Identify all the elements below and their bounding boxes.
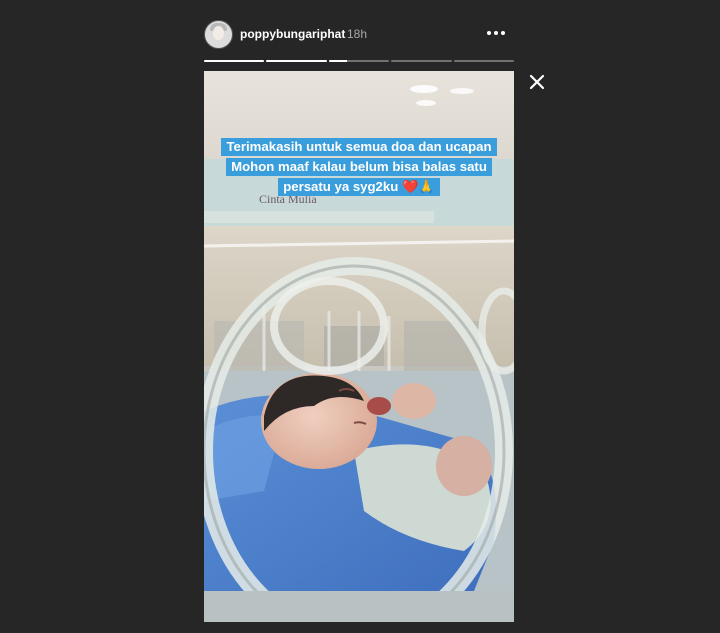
- progress-segment: [453, 60, 515, 62]
- caption-line: Mohon maaf kalau belum bisa balas satu: [226, 158, 492, 176]
- caption-line: persatu ya syg2ku ❤️🙏: [278, 178, 440, 196]
- more-options-icon[interactable]: [484, 23, 508, 43]
- progress-segment: [204, 60, 265, 62]
- progress-segment: [266, 60, 327, 62]
- story-header: poppybungariphat 18h: [204, 18, 514, 50]
- story-caption: Terimakasih untuk semua doa dan ucapan M…: [204, 137, 514, 197]
- story-media[interactable]: Cinta Mulia Terimakasih untuk semua doa …: [204, 71, 514, 622]
- close-icon[interactable]: [527, 72, 547, 92]
- progress-segment: [391, 60, 452, 62]
- username[interactable]: poppybungariphat: [240, 27, 345, 41]
- avatar[interactable]: [204, 20, 233, 49]
- caption-line: Terimakasih untuk semua doa dan ucapan: [221, 138, 497, 156]
- progress-segment: [328, 60, 390, 62]
- post-time: 18h: [347, 27, 368, 41]
- story-progress-bar: [204, 60, 515, 63]
